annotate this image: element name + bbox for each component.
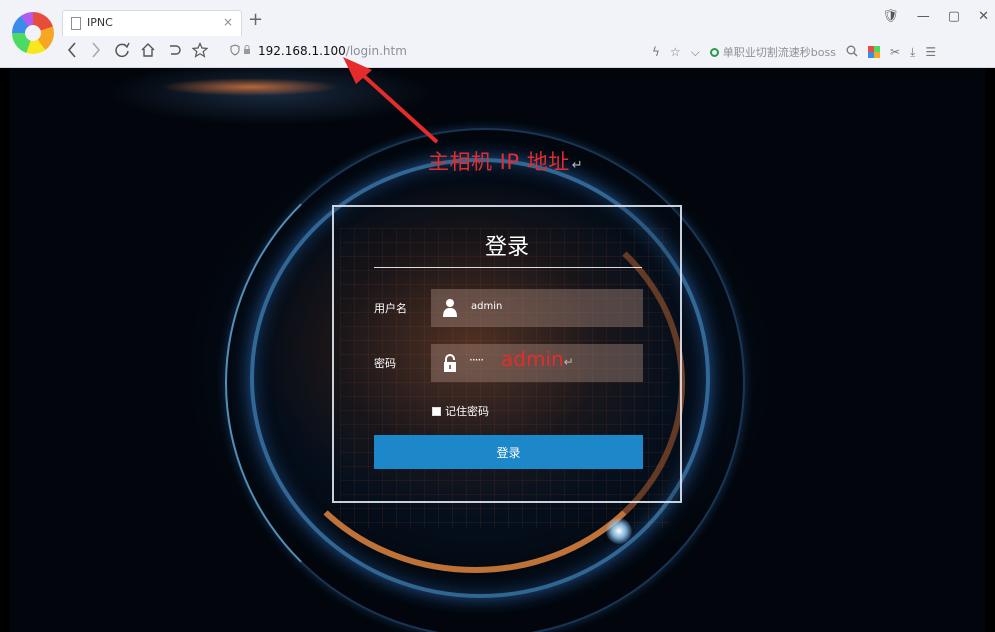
undo-icon	[170, 45, 181, 55]
chevron-right-icon	[92, 42, 101, 58]
light-streak	[160, 78, 340, 96]
password-field[interactable]: ····· admin↵	[431, 344, 643, 382]
username-label: 用户名	[374, 302, 407, 315]
reload-button[interactable]	[114, 42, 130, 62]
search-hint-text: 单职业切割流速秒boss	[722, 46, 836, 59]
close-window-button[interactable]: ✕	[978, 9, 989, 24]
chevron-down-icon[interactable]: ⌵	[691, 45, 700, 60]
shirt-icon[interactable]: 🛡	[882, 9, 899, 24]
tab-ipnc[interactable]: IPNC ×	[62, 10, 242, 36]
page-icon	[71, 17, 81, 30]
window-controls: 🛡 — ▢ ✕	[882, 9, 989, 24]
toolbar-right: ϟ ☆ ⌵ 单职业切割流速秒boss ✂ ⤓ ☰	[652, 41, 936, 63]
navigation-bar: 192.168.1.100/login.htm ϟ ☆ ⌵ 单职业切割流速秒bo…	[0, 38, 995, 66]
minimize-button[interactable]: —	[917, 9, 930, 24]
checkbox-square[interactable]	[432, 406, 441, 416]
forward-button[interactable]	[90, 42, 102, 62]
username-field[interactable]: admin	[431, 289, 643, 327]
tab-close-icon[interactable]: ×	[223, 15, 233, 29]
chevron-left-icon	[67, 42, 76, 58]
star-icon	[191, 42, 209, 58]
url-host: 192.168.1.100	[258, 44, 346, 58]
search-icon[interactable]	[846, 45, 858, 60]
security-shield-icon	[230, 44, 252, 59]
annotation-password-label: admin↵	[501, 347, 574, 371]
home-button[interactable]	[140, 42, 156, 62]
back-button[interactable]	[66, 42, 78, 62]
login-title: 登录	[484, 235, 529, 260]
search-engine-icon	[709, 47, 719, 57]
remember-password-checkbox[interactable]: 记住密码	[432, 403, 489, 419]
restore-button[interactable]: ▢	[948, 9, 960, 24]
lens-flare	[606, 518, 632, 544]
address-bar[interactable]: 192.168.1.100/login.htm	[226, 41, 646, 63]
menu-icon[interactable]: ☰	[925, 45, 936, 59]
home-icon	[141, 43, 155, 57]
browser-chrome: IPNC × + 🛡 — ▢ ✕ 192.168.1.100/login.htm…	[0, 0, 995, 68]
password-mask: ·····	[469, 353, 484, 367]
download-icon[interactable]: ⤓	[910, 45, 915, 60]
username-value: admin	[471, 301, 503, 312]
annotation-ip-label: 主相机 IP 地址 ↵	[428, 146, 583, 176]
lock-icon	[444, 354, 456, 372]
user-icon	[443, 299, 457, 317]
login-button[interactable]: 登录	[374, 435, 643, 469]
favorite-button[interactable]	[191, 42, 209, 62]
new-tab-button[interactable]: +	[248, 9, 263, 31]
annotation-password-text: admin	[501, 347, 564, 371]
login-panel: 登录 用户名 admin 密码 ····· admin↵ 记住密码 登录	[332, 205, 682, 503]
scissors-icon[interactable]: ✂	[890, 45, 900, 59]
refresh-icon	[115, 42, 130, 58]
pilcrow-mark: ↵	[563, 355, 574, 369]
undo-close-button[interactable]	[166, 42, 182, 62]
remember-password-label: 记住密码	[445, 405, 489, 418]
password-label: 密码	[374, 357, 396, 370]
annotation-ip-text: 主相机 IP 地址	[428, 150, 570, 174]
tab-title: IPNC	[87, 16, 113, 29]
bookmark-star-icon[interactable]: ☆	[670, 45, 681, 59]
pilcrow-mark: ↵	[571, 158, 584, 173]
search-box[interactable]: 单职业切割流速秒boss	[709, 44, 836, 60]
lightning-icon[interactable]: ϟ	[652, 45, 660, 59]
url-text[interactable]: 192.168.1.100/login.htm	[258, 44, 407, 58]
title-divider	[374, 267, 642, 268]
url-path: /login.htm	[345, 44, 407, 58]
apps-grid-icon[interactable]	[867, 46, 880, 58]
